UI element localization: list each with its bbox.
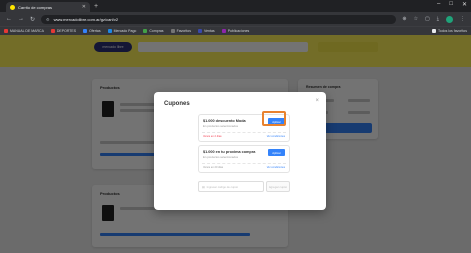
forward-icon[interactable]: → xyxy=(18,16,24,22)
coupon-title: $1.000 descuento Moda xyxy=(203,119,246,123)
close-window-button[interactable]: ✕ xyxy=(462,1,467,8)
close-icon[interactable]: × xyxy=(315,98,319,104)
coupon-divider xyxy=(202,163,286,164)
bookmark-favicon-icon xyxy=(197,29,202,33)
coupon-conditions-link[interactable]: Ver condiciones xyxy=(267,135,285,138)
toolbar-actions: ⊕ ☆ ▢ ⤓ ⋮ xyxy=(402,15,465,23)
bookmark-item[interactable]: DEPORTES xyxy=(50,29,76,33)
bookmark-item[interactable]: Publicaciones xyxy=(221,29,249,33)
bookmark-favicon-icon xyxy=(170,29,175,33)
reload-icon[interactable]: ↻ xyxy=(30,16,35,23)
bookmark-item[interactable]: Compras xyxy=(143,29,164,33)
all-bookmarks[interactable]: Todos los favoritos xyxy=(432,29,467,33)
window-controls: – □ ✕ xyxy=(437,1,467,8)
coupon-expiry: Vence en 20 días xyxy=(203,166,224,169)
modal-title: Cupones xyxy=(164,101,190,107)
highlight-box xyxy=(262,111,286,126)
bookmark-item[interactable]: Favoritos xyxy=(170,29,191,33)
bookmark-item[interactable]: Ventas xyxy=(197,29,215,33)
address-bar[interactable]: ⚙ www.mercadolibre.com.ar/gz/cart/v2 xyxy=(41,14,397,24)
coupon-conditions-link[interactable]: Ver condiciones xyxy=(267,166,285,169)
browser-tabstrip: Carrito de compras ✕ + – □ ✕ xyxy=(0,0,471,12)
bookmark-item[interactable]: Mercado Pago xyxy=(107,29,136,33)
back-icon[interactable]: ← xyxy=(6,16,12,22)
coupons-modal: Cupones × $1.000 descuento Moda En produ… xyxy=(154,92,326,210)
address-url: www.mercadolibre.com.ar/gz/cart/v2 xyxy=(53,16,119,22)
bookmark-item[interactable]: MANUAL DE MARCA xyxy=(4,29,44,33)
browser-toolbar: ← → ↻ ⚙ www.mercadolibre.com.ar/gz/cart/… xyxy=(0,12,471,26)
add-coupon-button[interactable]: Agregar cupón xyxy=(266,181,290,192)
bookmark-item[interactable]: Ofertas xyxy=(83,29,101,33)
coupon-tag-icon: ▤ xyxy=(202,184,205,189)
menu-icon[interactable]: ⋮ xyxy=(460,16,465,22)
site-favicon-icon xyxy=(10,4,15,10)
zoom-icon[interactable]: ⊕ xyxy=(402,16,406,22)
coupon-divider xyxy=(202,132,286,133)
bookmark-favicon-icon xyxy=(143,29,148,33)
bookmarks-bar: MANUAL DE MARCA DEPORTES Ofertas Mercado… xyxy=(0,26,471,35)
maximize-button[interactable]: □ xyxy=(449,1,453,8)
bookmark-favicon-icon xyxy=(83,29,88,33)
bookmark-favicon-icon xyxy=(4,29,8,33)
minimize-button[interactable]: – xyxy=(437,1,440,8)
apply-coupon-button[interactable]: Aplicar xyxy=(268,149,285,156)
bookmark-favicon-icon xyxy=(221,29,226,33)
coupon-code-input[interactable]: ▤ Ingresar código de cupón xyxy=(198,181,264,192)
bookmark-favicon-icon xyxy=(50,29,55,33)
add-coupon-row: ▤ Ingresar código de cupón Agregar cupón xyxy=(198,181,290,192)
downloads-icon[interactable]: ⤓ xyxy=(437,16,439,22)
tab-title: Carrito de compras xyxy=(18,4,53,10)
tab-close-icon[interactable]: ✕ xyxy=(82,4,86,10)
site-info-icon[interactable]: ⚙ xyxy=(46,17,50,22)
coupon-expiry: Vence en 2 días xyxy=(203,135,222,138)
new-tab-button[interactable]: + xyxy=(94,2,98,11)
coupon-card: $1.000 en tu proxima compra En productos… xyxy=(198,145,290,173)
bookmark-star-icon[interactable]: ☆ xyxy=(414,16,418,22)
folder-icon xyxy=(432,29,436,33)
browser-tab[interactable]: Carrito de compras ✕ xyxy=(6,2,90,12)
coupon-title: $1.000 en tu proxima compra xyxy=(203,150,256,154)
coupon-code-placeholder: Ingresar código de cupón xyxy=(206,184,239,189)
coupon-subtitle: En productos seleccionados xyxy=(203,124,238,128)
profile-avatar[interactable] xyxy=(446,15,453,23)
bookmark-favicon-icon xyxy=(107,29,112,33)
coupon-subtitle: En productos seleccionados xyxy=(203,155,238,159)
extensions-icon[interactable]: ▢ xyxy=(425,16,430,22)
